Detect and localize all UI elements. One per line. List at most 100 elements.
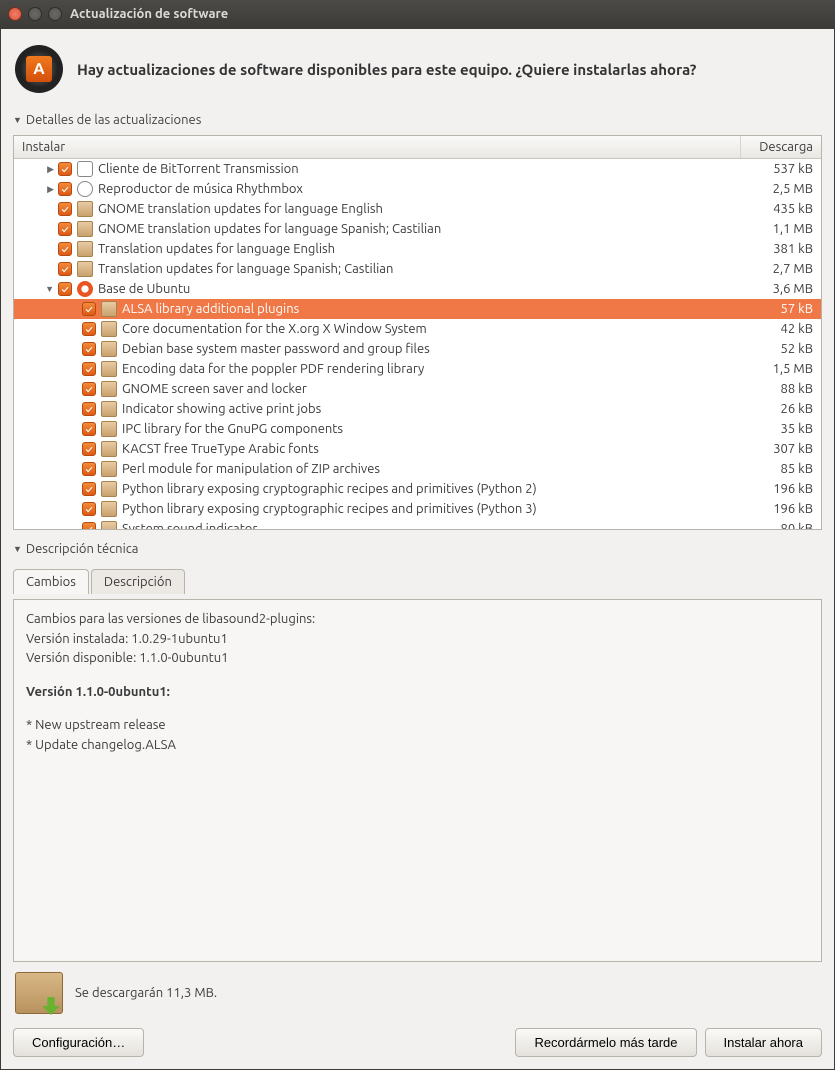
download-summary-text: Se descargarán 11,3 MB. <box>75 986 217 1000</box>
package-size: 537 kB <box>743 162 821 176</box>
package-icon <box>101 481 117 497</box>
install-checkbox[interactable] <box>58 242 72 256</box>
table-row[interactable]: GNOME translation updates for language E… <box>14 199 821 219</box>
settings-button[interactable]: Configuración… <box>13 1028 144 1057</box>
install-checkbox[interactable] <box>82 322 96 336</box>
package-size: 381 kB <box>743 242 821 256</box>
table-row[interactable]: Python library exposing cryptographic re… <box>14 499 821 519</box>
package-size: 85 kB <box>743 462 821 476</box>
package-name: GNOME translation updates for language E… <box>98 202 743 216</box>
package-size: 3,6 MB <box>743 282 821 296</box>
table-row[interactable]: ▶Cliente de BitTorrent Transmission537 k… <box>14 159 821 179</box>
package-icon <box>101 361 117 377</box>
table-row[interactable]: Perl module for manipulation of ZIP arch… <box>14 459 821 479</box>
install-checkbox[interactable] <box>82 522 96 529</box>
install-checkbox[interactable] <box>82 442 96 456</box>
package-size: 26 kB <box>743 402 821 416</box>
details-expander[interactable]: ▼ Detalles de las actualizaciones <box>13 111 822 129</box>
table-row[interactable]: GNOME translation updates for language S… <box>14 219 821 239</box>
chevron-right-icon[interactable]: ▶ <box>47 184 54 195</box>
package-size: 196 kB <box>743 482 821 496</box>
package-size: 307 kB <box>743 442 821 456</box>
install-checkbox[interactable] <box>58 182 72 196</box>
tab-changes[interactable]: Cambios <box>13 569 89 594</box>
technical-description-expander[interactable]: ▼ Descripción técnica <box>13 540 822 558</box>
install-checkbox[interactable] <box>82 502 96 516</box>
package-name: Translation updates for language Spanish… <box>98 262 743 276</box>
column-install[interactable]: Instalar <box>14 136 741 158</box>
install-checkbox[interactable] <box>82 402 96 416</box>
package-name: Reproductor de música Rhythmbox <box>98 182 743 196</box>
table-row[interactable]: ▶ Reproductor de música Rhythmbox2,5 MB <box>14 179 821 199</box>
install-checkbox[interactable] <box>82 342 96 356</box>
table-row[interactable]: Core documentation for the X.org X Windo… <box>14 319 821 339</box>
package-icon <box>101 501 117 517</box>
install-checkbox[interactable] <box>58 222 72 236</box>
changes-line: * Update changelog.ALSA <box>26 736 809 756</box>
install-checkbox[interactable] <box>58 202 72 216</box>
package-size: 196 kB <box>743 502 821 516</box>
package-size: 35 kB <box>743 422 821 436</box>
install-checkbox[interactable] <box>58 162 72 176</box>
install-checkbox[interactable] <box>82 382 96 396</box>
changes-line: Versión instalada: 1.0.29-1ubuntu1 <box>26 630 809 650</box>
package-size: 52 kB <box>743 342 821 356</box>
install-checkbox[interactable] <box>82 422 96 436</box>
software-updater-icon: A <box>15 45 63 93</box>
package-name: Encoding data for the poppler PDF render… <box>122 362 743 376</box>
install-checkbox[interactable] <box>58 282 72 296</box>
package-size: 2,5 MB <box>743 182 821 196</box>
package-name: Perl module for manipulation of ZIP arch… <box>122 462 743 476</box>
package-size: 88 kB <box>743 382 821 396</box>
headline: Hay actualizaciones de software disponib… <box>77 61 696 78</box>
package-size: 80 kB <box>743 522 821 529</box>
window-body: A Hay actualizaciones de software dispon… <box>0 28 835 1070</box>
package-name: GNOME translation updates for language S… <box>98 222 743 236</box>
table-row[interactable]: Translation updates for language Spanish… <box>14 259 821 279</box>
changes-line: * New upstream release <box>26 716 809 736</box>
install-checkbox[interactable] <box>82 482 96 496</box>
table-row[interactable]: Python library exposing cryptographic re… <box>14 479 821 499</box>
package-icon <box>101 421 117 437</box>
minimize-button[interactable] <box>28 7 42 21</box>
package-name: Indicator showing active print jobs <box>122 402 743 416</box>
table-row[interactable]: Translation updates for language English… <box>14 239 821 259</box>
package-size: 2,7 MB <box>743 262 821 276</box>
remind-later-button[interactable]: Recordármelo más tarde <box>515 1028 696 1057</box>
package-icon <box>101 301 117 317</box>
column-download[interactable]: Descarga <box>741 136 821 158</box>
table-row[interactable]: Encoding data for the poppler PDF render… <box>14 359 821 379</box>
table-row[interactable]: GNOME screen saver and locker88 kB <box>14 379 821 399</box>
maximize-button[interactable] <box>48 7 62 21</box>
table-row[interactable]: Debian base system master password and g… <box>14 339 821 359</box>
window-buttons <box>8 7 62 21</box>
rhythmbox-icon <box>77 181 93 197</box>
install-checkbox[interactable] <box>58 262 72 276</box>
install-now-button[interactable]: Instalar ahora <box>705 1028 823 1057</box>
close-button[interactable] <box>8 7 22 21</box>
list-rows[interactable]: ▶Cliente de BitTorrent Transmission537 k… <box>14 159 821 529</box>
install-checkbox[interactable] <box>82 302 96 316</box>
table-row[interactable]: Indicator showing active print jobs26 kB <box>14 399 821 419</box>
package-size: 1,5 MB <box>743 362 821 376</box>
chevron-down-icon[interactable]: ▼ <box>45 284 54 294</box>
package-icon <box>77 201 93 217</box>
install-checkbox[interactable] <box>82 462 96 476</box>
table-row[interactable]: ▼Base de Ubuntu3,6 MB <box>14 279 821 299</box>
tab-content-changes: Cambios para las versiones de libasound2… <box>13 599 822 962</box>
install-checkbox[interactable] <box>82 362 96 376</box>
package-name: Python library exposing cryptographic re… <box>122 502 743 516</box>
chevron-down-icon: ▼ <box>13 115 22 125</box>
tree-gutter: ▼ <box>14 284 58 294</box>
details-expander-label: Detalles de las actualizaciones <box>26 113 201 127</box>
table-row[interactable]: KACST free TrueType Arabic fonts307 kB <box>14 439 821 459</box>
chevron-right-icon[interactable]: ▶ <box>47 164 54 175</box>
tab-description[interactable]: Descripción <box>91 569 185 594</box>
package-size: 435 kB <box>743 202 821 216</box>
technical-description-label: Descripción técnica <box>26 542 139 556</box>
package-icon <box>101 401 117 417</box>
table-row[interactable]: ALSA library additional plugins57 kB <box>14 299 821 319</box>
package-size: 42 kB <box>743 322 821 336</box>
table-row[interactable]: IPC library for the GnuPG components35 k… <box>14 419 821 439</box>
table-row[interactable]: System sound indicator.80 kB <box>14 519 821 529</box>
